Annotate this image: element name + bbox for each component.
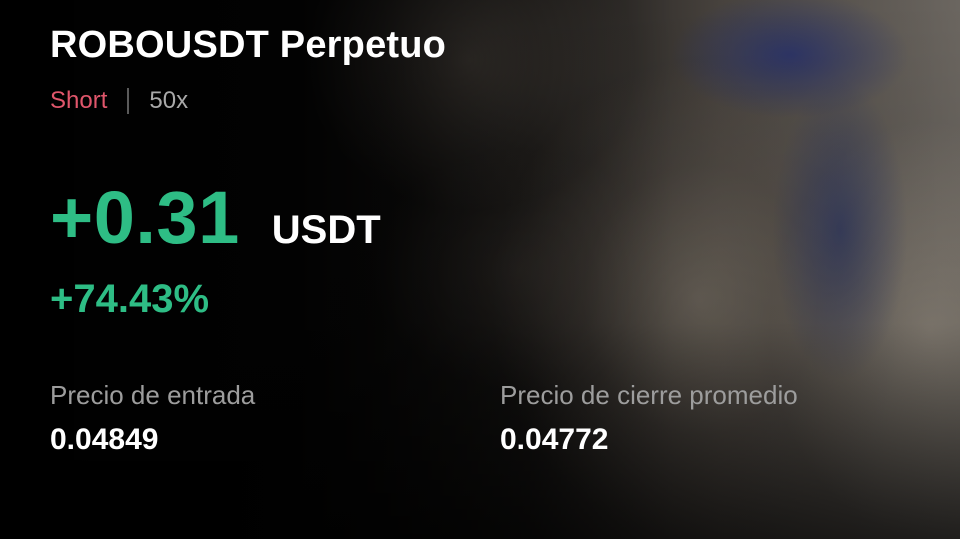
pnl-amount: +0.31 <box>50 176 240 259</box>
leverage-label: 50x <box>149 87 189 114</box>
pnl-row: +0.31 USDT <box>50 175 381 260</box>
close-price-label: Precio de cierre promedio <box>500 380 798 410</box>
pnl-percentage: +74.43% <box>50 277 210 321</box>
entry-price-value: 0.04849 <box>50 423 159 456</box>
contract-title: ROBOUSDT Perpetuo <box>50 24 447 66</box>
position-side-label: Short <box>50 87 108 114</box>
pnl-share-card: ROBOUSDT Perpetuo Short 50x +0.31 USDT +… <box>0 0 960 539</box>
meta-divider <box>127 88 130 114</box>
position-meta: Short 50x <box>50 87 188 115</box>
entry-price-block: Precio de entrada 0.04849 <box>50 380 255 457</box>
close-price-block: Precio de cierre promedio 0.04772 <box>500 380 798 457</box>
pnl-currency: USDT <box>271 208 381 252</box>
entry-price-label: Precio de entrada <box>50 380 256 410</box>
close-price-value: 0.04772 <box>500 423 609 456</box>
card-content: ROBOUSDT Perpetuo Short 50x +0.31 USDT +… <box>0 0 960 539</box>
